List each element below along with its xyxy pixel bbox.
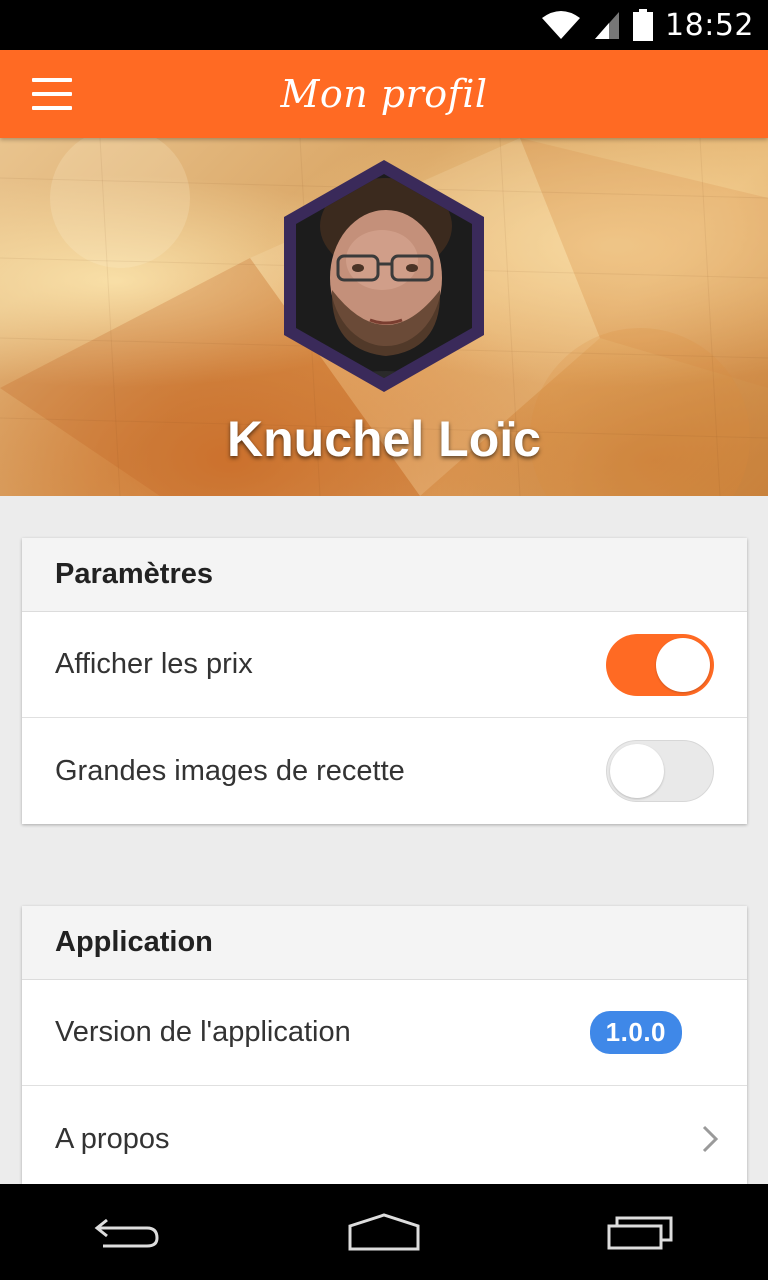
show-prices-row: Afficher les prix [22, 612, 747, 718]
wifi-icon [542, 11, 581, 39]
recents-icon[interactable] [580, 1184, 700, 1280]
cell-signal-icon [595, 12, 620, 39]
application-card-title: Application [22, 906, 747, 980]
settings-card: Paramètres Afficher les prix Grandes ima… [22, 538, 747, 824]
status-time: 18:52 [665, 7, 754, 43]
settings-card-title: Paramètres [22, 538, 747, 612]
version-label: Version de l'application [55, 1016, 351, 1048]
large-images-label: Grandes images de recette [55, 754, 405, 787]
version-row: Version de l'application 1.0.0 [22, 980, 747, 1086]
profile-name: Knuchel Loïc [227, 411, 541, 467]
avatar [284, 160, 484, 392]
about-label: A propos [55, 1122, 170, 1155]
show-prices-label: Afficher les prix [55, 648, 253, 680]
application-card: Application Version de l'application 1.0… [22, 906, 747, 1184]
version-badge: 1.0.0 [589, 1011, 682, 1054]
app-bar: Mon profil [0, 50, 768, 138]
large-images-toggle[interactable] [606, 740, 714, 802]
show-prices-toggle[interactable] [606, 633, 714, 696]
home-icon[interactable] [324, 1184, 444, 1280]
page-title: Mon profil [280, 72, 488, 116]
chevron-right-icon [702, 1125, 719, 1153]
navigation-bar [0, 1184, 768, 1280]
back-icon[interactable] [68, 1184, 188, 1280]
large-images-row: Grandes images de recette [22, 718, 747, 824]
battery-icon [633, 9, 654, 41]
status-bar: 18:52 [0, 0, 768, 50]
about-row[interactable]: A propos [22, 1086, 747, 1184]
